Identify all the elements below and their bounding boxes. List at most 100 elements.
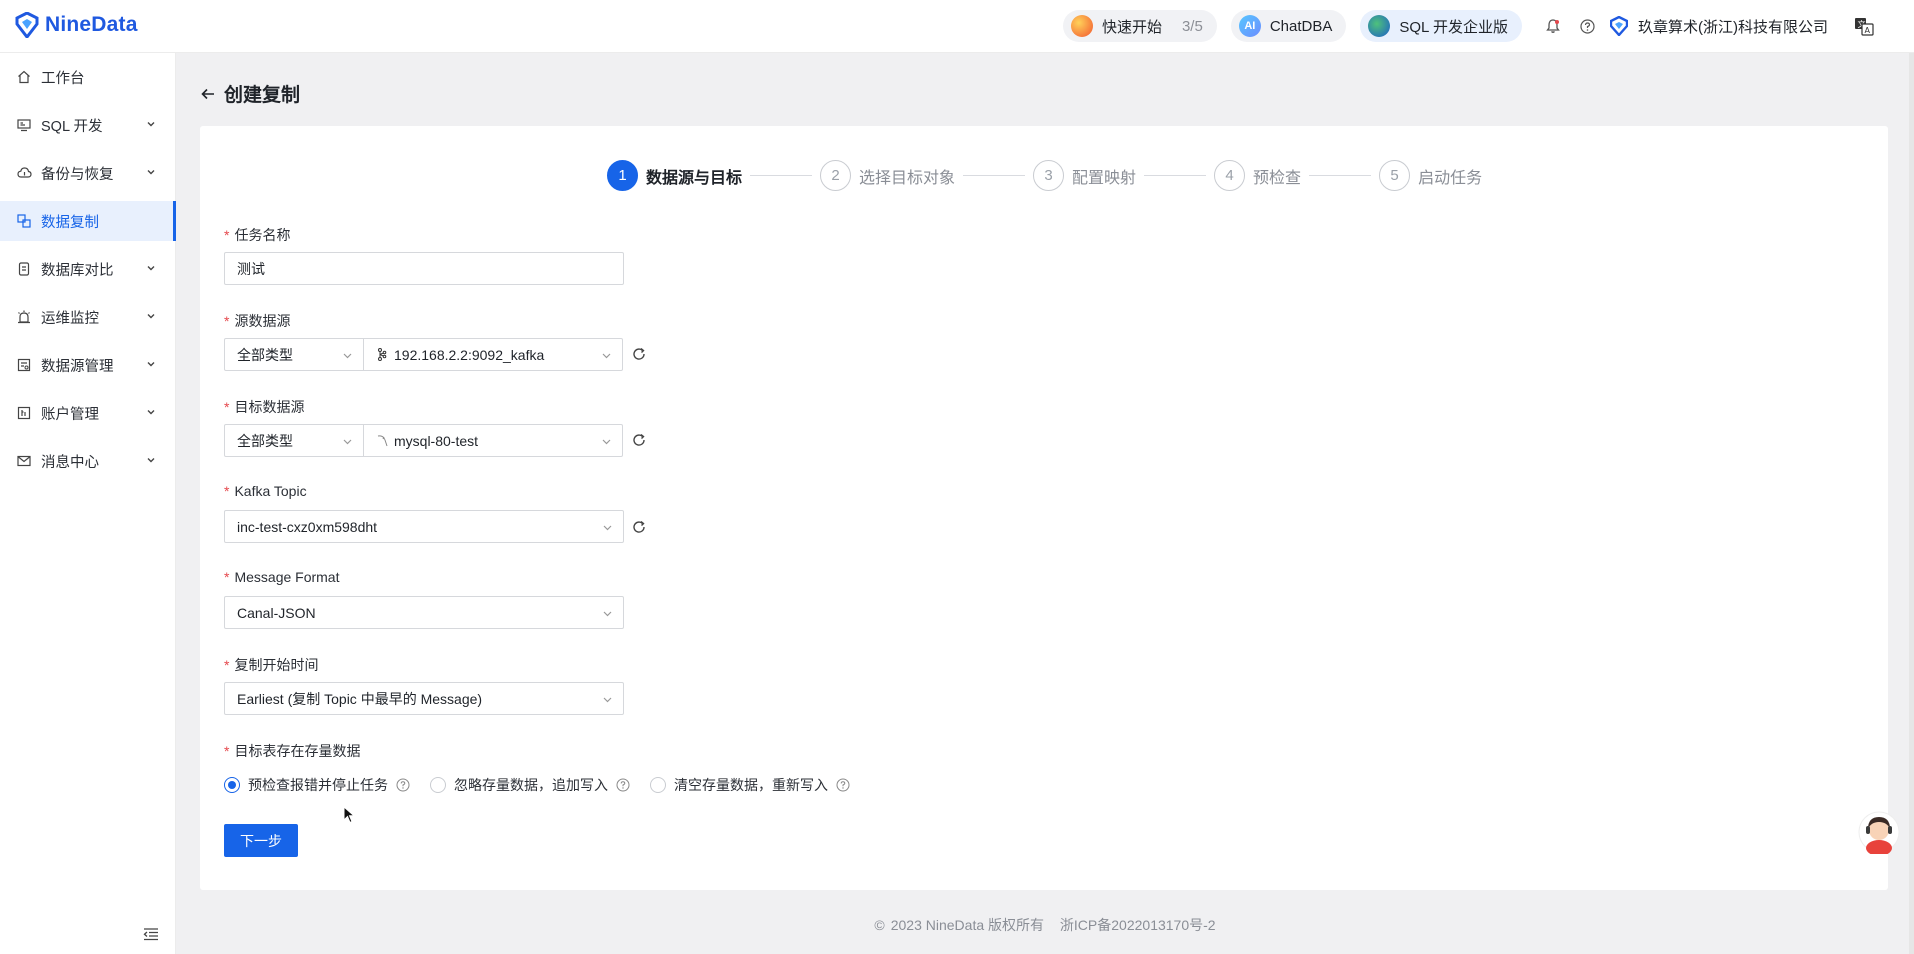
required-mark: * xyxy=(224,227,230,243)
sidebar-item-label: 数据源管理 xyxy=(41,358,114,375)
step-5: 5 启动任务 xyxy=(1379,160,1482,191)
chevron-down-icon xyxy=(147,314,155,319)
sidebar-item-datasource[interactable]: 数据源管理 xyxy=(0,345,175,385)
sidebar-item-label: 数据库对比 xyxy=(41,262,114,279)
step-number: 3 xyxy=(1033,160,1065,191)
refresh-topic-icon[interactable] xyxy=(631,519,647,535)
quick-start-button[interactable]: 快速开始 3/5 xyxy=(1062,10,1217,42)
message-format-select[interactable]: Canal-JSON xyxy=(224,596,624,629)
kafka-topic-select[interactable]: inc-test-cxz0xm598dht xyxy=(224,510,624,543)
company-switcher[interactable]: 玖章算术(浙江)科技有限公司 xyxy=(1610,16,1828,37)
sidebar-item-workbench[interactable]: 工作台 xyxy=(0,57,175,97)
sidebar-item-label: 运维监控 xyxy=(41,310,99,327)
radio-ignore-append[interactable]: 忽略存量数据，追加写入 xyxy=(430,775,630,795)
start-time-label: * 复制开始时间 xyxy=(224,657,319,673)
source-label: * 源数据源 xyxy=(224,313,291,329)
logo[interactable]: NineData xyxy=(15,12,138,38)
help-icon[interactable] xyxy=(396,778,410,792)
sidebar-item-account[interactable]: 账户管理 xyxy=(0,393,175,433)
step-connector xyxy=(1144,175,1207,176)
sidebar-item-messages[interactable]: 消息中心 xyxy=(0,441,175,481)
language-icon[interactable]: 文 A xyxy=(1854,16,1874,36)
icp-link[interactable]: 浙ICP备2022013170号-2 xyxy=(1060,917,1216,933)
sidebar-item-label: SQL 开发 xyxy=(41,118,103,135)
step-connector xyxy=(963,175,1026,176)
chevron-down-icon xyxy=(147,410,155,415)
step-label: 数据源与目标 xyxy=(646,169,743,187)
step-label: 启动任务 xyxy=(1418,169,1483,187)
chevron-down-icon xyxy=(603,611,612,617)
existing-data-radio-group: 预检查报错并停止任务 忽略存量数据，追加写入 清空存量数据，重新写入 xyxy=(224,775,870,795)
target-label: * 目标数据源 xyxy=(224,399,305,415)
chevron-down-icon xyxy=(603,525,612,531)
back-arrow-icon[interactable] xyxy=(200,86,216,102)
account-icon xyxy=(16,405,32,421)
customer-support-avatar-icon[interactable] xyxy=(1858,808,1900,854)
source-datasource-select[interactable]: 192.168.2.2:9092_kafka xyxy=(364,338,623,371)
sidebar-item-backup[interactable]: 备份与恢复 xyxy=(0,153,175,193)
sidebar-item-sql-dev[interactable]: SQL 开发 xyxy=(0,105,175,145)
steps-bar: 1 数据源与目标 2 选择目标对象 3 配置映射 4 预检查 5 启动任务 xyxy=(607,160,1482,191)
source-select-group: 全部类型 192.168.2.2:9092_kafka xyxy=(224,338,623,371)
bell-icon[interactable] xyxy=(1536,18,1570,34)
step-number: 5 xyxy=(1379,160,1411,191)
copy-icon xyxy=(16,213,32,229)
message-format-label: * Message Format xyxy=(224,569,340,585)
quick-start-icon xyxy=(1070,15,1093,37)
header-actions: 快速开始 3/5 AI ChatDBA SQL 开发企业版 玖章算术(浙江)科技… xyxy=(1062,10,1874,42)
copyright-text: 2023 NineData 版权所有 xyxy=(890,917,1045,933)
top-header: NineData 快速开始 3/5 AI ChatDBA SQL 开发企业版 玖… xyxy=(0,0,1914,53)
quick-start-progress: 3/5 xyxy=(1181,17,1203,35)
edition-button[interactable]: SQL 开发企业版 xyxy=(1360,10,1522,42)
refresh-source-icon[interactable] xyxy=(631,346,647,362)
chatdba-button[interactable]: AI ChatDBA xyxy=(1230,10,1347,42)
existing-data-label: * 目标表存在存量数据 xyxy=(224,743,361,759)
step-number: 2 xyxy=(820,160,852,191)
sidebar-item-label: 工作台 xyxy=(41,70,85,87)
task-name-input[interactable]: 测试 xyxy=(224,252,624,285)
help-icon[interactable] xyxy=(1570,18,1604,34)
step-2: 2 选择目标对象 xyxy=(820,160,955,191)
help-icon[interactable] xyxy=(836,778,850,792)
compare-icon xyxy=(16,261,32,277)
required-mark: * xyxy=(224,483,230,499)
sidebar-item-monitoring[interactable]: 运维监控 xyxy=(0,297,175,337)
sidebar-item-label: 备份与恢复 xyxy=(41,166,114,183)
chevron-down-icon xyxy=(147,362,155,367)
radio-precheck-stop[interactable]: 预检查报错并停止任务 xyxy=(224,775,410,795)
step-number: 4 xyxy=(1214,160,1246,191)
company-logo-icon xyxy=(1610,16,1628,36)
sidebar-item-label: 消息中心 xyxy=(41,454,99,471)
step-label: 选择目标对象 xyxy=(859,169,956,187)
mouse-cursor-icon xyxy=(343,806,355,824)
globe-icon xyxy=(1368,15,1391,37)
mail-icon xyxy=(16,453,32,469)
radio-clear-rewrite[interactable]: 清空存量数据，重新写入 xyxy=(650,775,850,795)
form-card: 1 数据源与目标 2 选择目标对象 3 配置映射 4 预检查 5 启动任务 * 任… xyxy=(200,126,1888,890)
target-type-select[interactable]: 全部类型 xyxy=(224,424,364,457)
sidebar-item-replication[interactable]: 数据复制 xyxy=(0,201,176,241)
source-type-select[interactable]: 全部类型 xyxy=(224,338,364,371)
sidebar-item-db-compare[interactable]: 数据库对比 xyxy=(0,249,175,289)
step-3: 3 配置映射 xyxy=(1033,160,1136,191)
home-icon xyxy=(16,69,32,85)
ninedata-logo-icon xyxy=(15,12,39,38)
help-icon[interactable] xyxy=(616,778,630,792)
next-step-button[interactable]: 下一步 xyxy=(224,824,298,857)
radio-dot xyxy=(224,777,240,793)
step-number: 1 xyxy=(607,160,638,191)
radio-dot xyxy=(650,777,666,793)
step-label: 预检查 xyxy=(1253,169,1302,187)
scrollbar[interactable] xyxy=(1909,53,1914,954)
chevron-down-icon xyxy=(602,353,611,359)
page-title: 创建复制 xyxy=(200,80,300,107)
svg-text:A: A xyxy=(1865,26,1871,35)
start-time-select[interactable]: Earliest (复制 Topic 中最早的 Message) xyxy=(224,682,624,715)
target-datasource-select[interactable]: mysql-80-test xyxy=(364,424,623,457)
datasource-icon xyxy=(16,357,32,373)
required-mark: * xyxy=(224,399,230,415)
refresh-target-icon[interactable] xyxy=(631,432,647,448)
collapse-sidebar-icon[interactable] xyxy=(143,926,159,942)
monitor-icon xyxy=(16,117,32,133)
chevron-down-icon xyxy=(603,697,612,703)
